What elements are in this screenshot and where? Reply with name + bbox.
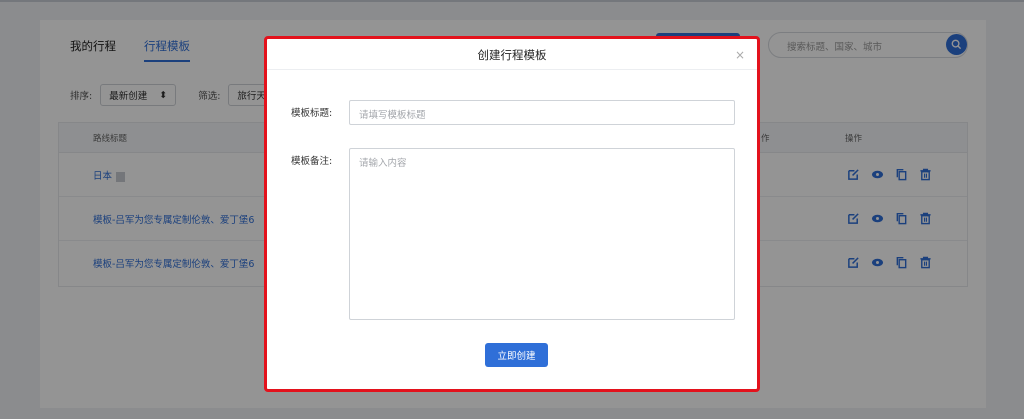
- template-title-input[interactable]: 请填写模板标题: [349, 100, 735, 125]
- template-title-label: 模板标题:: [291, 108, 333, 119]
- dialog-title: 创建行程模板: [477, 48, 547, 62]
- template-note-label: 模板备注:: [291, 156, 333, 167]
- close-icon[interactable]: ×: [735, 48, 745, 62]
- template-note-placeholder: 请输入内容: [359, 158, 407, 169]
- create-template-dialog: 创建行程模板 × 模板标题: 请填写模板标题 模板备注: 请输入内容 立即创建: [264, 36, 760, 392]
- template-note-textarea[interactable]: 请输入内容: [349, 148, 735, 320]
- create-now-button[interactable]: 立即创建: [485, 343, 548, 367]
- dialog-divider: [267, 69, 757, 70]
- template-title-placeholder: 请填写模板标题: [359, 110, 426, 121]
